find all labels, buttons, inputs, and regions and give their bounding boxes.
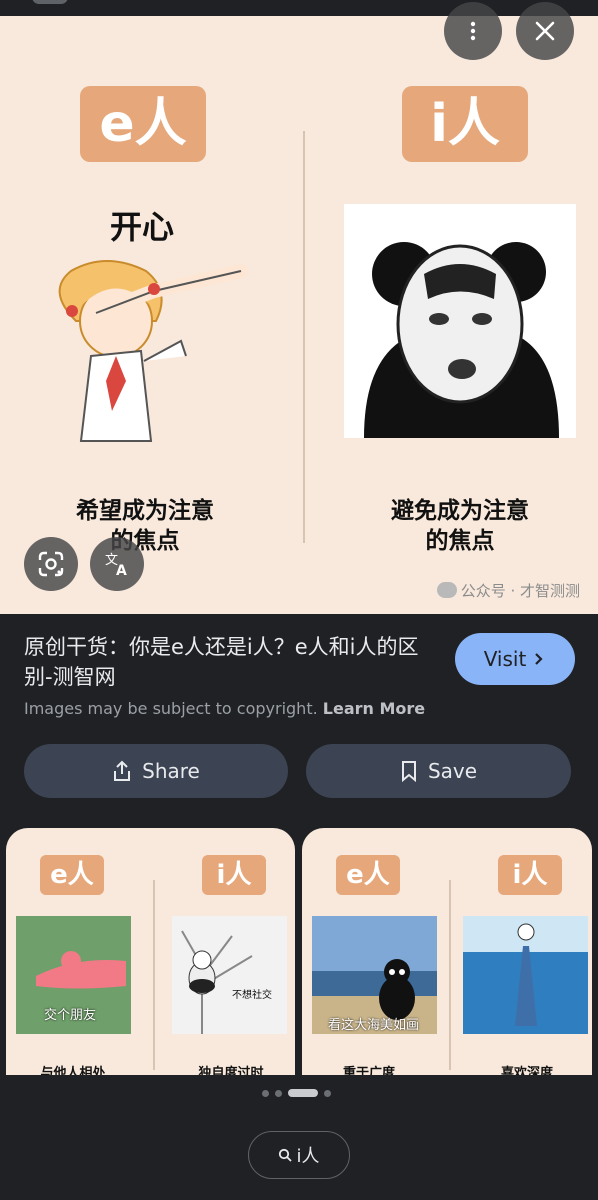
left-caption: 重于广度: [342, 1066, 395, 1075]
copyright-text: Images may be subject to copyright.: [24, 699, 318, 718]
search-chip-label: i人: [296, 1146, 320, 1167]
share-button[interactable]: Share: [24, 744, 288, 798]
share-icon: [114, 760, 131, 781]
right-caption: 避免成为注意 的焦点: [375, 496, 545, 556]
left-caption-line1: 希望成为注意: [76, 498, 214, 524]
e-person-tag: e人: [336, 855, 400, 895]
e-person-tag: e人: [80, 86, 206, 162]
related-image-card[interactable]: e人 i人 看这大海美如画 重于广度 喜欢深度: [302, 828, 592, 1075]
wechat-icon: [436, 582, 457, 598]
visit-button[interactable]: Visit: [455, 633, 575, 685]
i-person-tag: i人: [498, 855, 562, 895]
left-caption: 希望成为注意 的焦点: [60, 496, 230, 556]
right-caption: 喜欢深度: [500, 1066, 553, 1075]
left-caption: 与他人相处: [40, 1066, 106, 1075]
right-caption-line1: 避免成为注意: [391, 498, 529, 524]
left-overlay-text: 看这大海美如画: [328, 1018, 420, 1033]
i-person-tag: i人: [402, 86, 528, 162]
related-image-card[interactable]: e人 i人 交个朋友 不想社交 与他人相处 独自度过时: [6, 828, 295, 1075]
share-label: Share: [142, 759, 200, 783]
deep-sea-image: [463, 916, 588, 1034]
more-options-button[interactable]: [444, 2, 502, 60]
watermark: 公众号 · 才智测测: [436, 580, 580, 601]
result-title[interactable]: 原创干货：你是e人还是i人？e人和i人的区别-测智网: [24, 632, 434, 692]
close-icon: [535, 21, 555, 41]
left-overlay-text: 交个朋友: [44, 1008, 97, 1023]
search-icon: [279, 1148, 293, 1162]
dabbing-girl-illustration: [58, 260, 248, 442]
page-dot-active[interactable]: [288, 1089, 318, 1097]
more-vert-icon: [470, 21, 476, 41]
page-dot[interactable]: [324, 1089, 331, 1097]
right-caption-line2: 的焦点: [425, 528, 495, 554]
google-lens-button[interactable]: [24, 537, 78, 591]
learn-more-link[interactable]: Learn More: [323, 699, 425, 718]
status-indicator: [32, 0, 68, 4]
chevron-right-icon: [535, 653, 543, 665]
i-person-tag: i人: [202, 855, 266, 895]
translate-button[interactable]: 文A: [90, 537, 144, 591]
right-caption: 独自度过时: [198, 1066, 264, 1075]
save-label: Save: [427, 759, 478, 783]
visit-label: Visit: [483, 647, 527, 671]
save-button[interactable]: Save: [306, 744, 571, 798]
search-chip[interactable]: i人: [248, 1131, 350, 1179]
left-heading: 开心: [110, 208, 175, 246]
copyright-notice: Images may be subject to copyright. Lear…: [24, 699, 425, 718]
right-overlay-text: 不想社交: [232, 990, 272, 1001]
carousel-pagination: [262, 1089, 331, 1097]
watermark-text: 公众号 · 才智测测: [460, 582, 580, 600]
google-lens-icon: [38, 551, 64, 577]
page-dot[interactable]: [275, 1089, 282, 1097]
divider: [449, 880, 451, 1070]
close-button[interactable]: [516, 2, 574, 60]
divider: [153, 880, 155, 1070]
bookmark-icon: [401, 761, 416, 782]
page-dot[interactable]: [262, 1089, 269, 1097]
preview-image[interactable]: e人 i人 开心 希望成为注意 的焦点 避免成为注意 的焦点 公众号 · 才智测…: [0, 16, 598, 614]
e-person-tag: e人: [40, 855, 104, 895]
divider: [303, 131, 305, 543]
svg-text:A: A: [116, 563, 127, 578]
result-info-panel: 原创干货：你是e人还是i人？e人和i人的区别-测智网 Visit Images …: [0, 614, 598, 828]
panda-tree-image: [172, 916, 287, 1034]
translate-icon: 文A: [105, 553, 127, 578]
panda-meme-image: [344, 204, 576, 438]
left-caption-line2: 的焦点: [110, 528, 180, 554]
status-bar: [0, 0, 598, 16]
